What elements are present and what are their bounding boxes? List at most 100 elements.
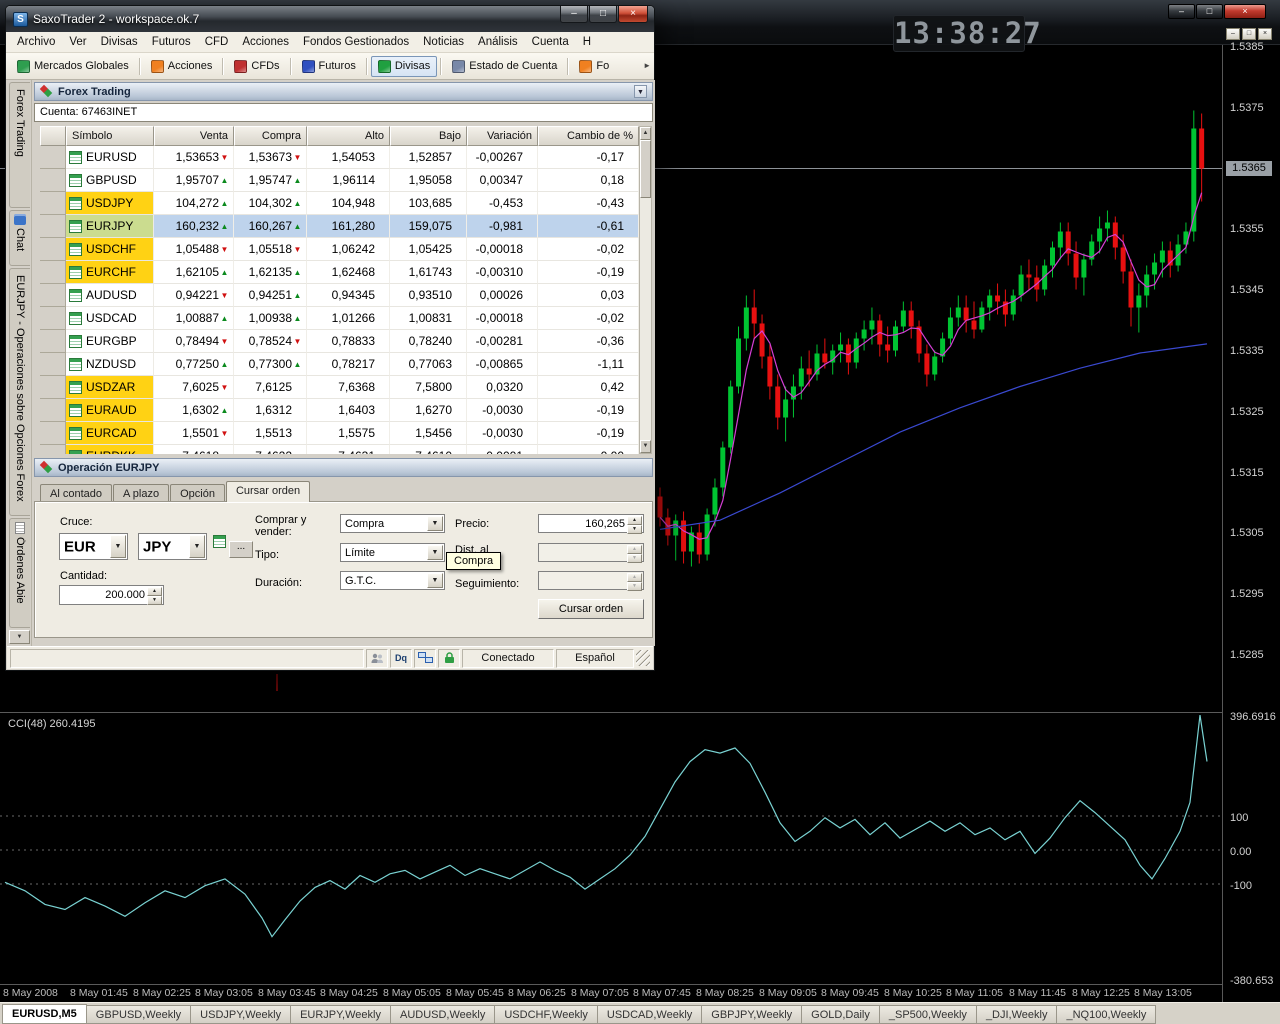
menu-item-divisas[interactable]: Divisas xyxy=(94,33,145,51)
resize-grip[interactable] xyxy=(636,650,650,666)
step-down-icon[interactable]: ▼ xyxy=(147,596,162,605)
chart-tab-gold-daily[interactable]: GOLD,Daily xyxy=(802,1005,880,1024)
table-row-eurcad[interactable]: EURCAD1,5501▼1,55131,55751,5456-0,0030-0… xyxy=(40,422,639,445)
network-icon[interactable] xyxy=(414,649,436,668)
minimize-button[interactable]: – xyxy=(560,6,588,23)
menu-item-ver[interactable]: Ver xyxy=(62,33,93,51)
dropdown-button[interactable]: ▼ xyxy=(427,516,443,531)
row-selector[interactable] xyxy=(40,215,66,238)
forex-panel-header[interactable]: Forex Trading ▼ xyxy=(34,82,653,101)
more-options-button[interactable]: ... xyxy=(229,541,253,558)
side-tab-rdenes-abie[interactable]: Órdenes Abie xyxy=(9,518,30,628)
chart-tab-eurjpy-weekly[interactable]: EURJPY,Weekly xyxy=(291,1005,391,1024)
menu-item-archivo[interactable]: Archivo xyxy=(10,33,62,51)
lock-icon[interactable] xyxy=(438,649,460,668)
side-scroll-down-button[interactable]: ▼ xyxy=(9,630,30,644)
table-row-usdzar[interactable]: USDZAR7,6025▼7,61257,63687,58000,03200,4… xyxy=(40,376,639,399)
data-quality-icon[interactable]: Dq xyxy=(390,649,412,668)
menu-item-cfd[interactable]: CFD xyxy=(198,33,236,51)
column-header-cambio-de[interactable]: Cambio de % xyxy=(538,126,639,146)
row-selector[interactable] xyxy=(40,399,66,422)
table-scrollbar[interactable]: ▲ ▼ xyxy=(639,126,652,454)
chart-tab-usdjpy-weekly[interactable]: USDJPY,Weekly xyxy=(191,1005,291,1024)
instrument-board-icon[interactable] xyxy=(213,535,226,548)
chart-tab-nq100-weekly[interactable]: _NQ100,Weekly xyxy=(1057,1005,1156,1024)
panel-menu-button[interactable]: ▼ xyxy=(634,85,647,98)
users-icon[interactable] xyxy=(366,649,388,668)
quote-currency-select[interactable]: JPY ▼ xyxy=(138,533,207,560)
row-selector[interactable] xyxy=(40,445,66,454)
row-selector[interactable] xyxy=(40,376,66,399)
quantity-stepper[interactable]: 200.000 ▲▼ xyxy=(59,585,164,605)
row-selector[interactable] xyxy=(40,238,66,261)
toolbar-button-futuros[interactable]: Futuros xyxy=(295,56,363,77)
table-row-eurdkk[interactable]: EURDKK7,46187,46227,46317,46100,00010,00 xyxy=(40,445,639,454)
toolbar-button-fo[interactable]: Fo xyxy=(572,56,616,77)
close-button[interactable]: × xyxy=(618,6,648,23)
row-selector[interactable] xyxy=(40,192,66,215)
order-type-select[interactable]: Límite ▼ xyxy=(340,543,445,562)
column-header-venta[interactable]: Venta xyxy=(154,126,234,146)
scrollbar-thumb[interactable] xyxy=(640,140,651,198)
row-selector[interactable] xyxy=(40,330,66,353)
dropdown-button[interactable]: ▼ xyxy=(427,573,443,588)
menu-item-fondos-gestionados[interactable]: Fondos Gestionados xyxy=(296,33,416,51)
duration-select[interactable]: G.T.C. ▼ xyxy=(340,571,445,590)
chart-tab-gbpjpy-weekly[interactable]: GBPJPY,Weekly xyxy=(702,1005,802,1024)
chart-tab-gbpusd-weekly[interactable]: GBPUSD,Weekly xyxy=(87,1005,191,1024)
chart-tab-sp500-weekly[interactable]: _SP500,Weekly xyxy=(880,1005,977,1024)
row-selector[interactable] xyxy=(40,169,66,192)
chart-tab-dji-weekly[interactable]: _DJI,Weekly xyxy=(977,1005,1058,1024)
price-axis[interactable]: 1.53851.53751.53651.53551.53451.53351.53… xyxy=(1222,45,1280,1002)
table-row-usdjpy[interactable]: USDJPY104,272▲104,302▲104,948103,685-0,4… xyxy=(40,192,639,215)
menu-item-acciones[interactable]: Acciones xyxy=(235,33,296,51)
table-row-eurusd[interactable]: EURUSD1,53653▼1,53673▼1,540531,52857-0,0… xyxy=(40,146,639,169)
buy-sell-select[interactable]: Compra ▼ xyxy=(340,514,445,533)
maximize-button[interactable]: □ xyxy=(589,6,617,23)
side-tab-forex-trading[interactable]: Forex Trading xyxy=(9,82,30,208)
step-up-icon[interactable]: ▲ xyxy=(147,587,162,596)
table-row-usdchf[interactable]: USDCHF1,05488▼1,05518▼1,062421,05425-0,0… xyxy=(40,238,639,261)
row-selector[interactable] xyxy=(40,422,66,445)
menu-item-noticias[interactable]: Noticias xyxy=(416,33,471,51)
chart-tab-usdchf-weekly[interactable]: USDCHF,Weekly xyxy=(495,1005,598,1024)
dropdown-button[interactable]: ▼ xyxy=(110,535,126,558)
order-panel-header[interactable]: Operación EURJPY xyxy=(34,458,653,477)
toolbar-button-cfds[interactable]: CFDs xyxy=(227,56,286,77)
scroll-down-button[interactable]: ▼ xyxy=(640,440,651,453)
time-axis[interactable]: 8 May 20088 May 01:458 May 02:258 May 03… xyxy=(0,985,1222,1002)
column-header-s-mbolo[interactable]: Símbolo xyxy=(66,126,154,146)
row-selector[interactable] xyxy=(40,307,66,330)
menu-item-cuenta[interactable]: Cuenta xyxy=(525,33,576,51)
saxotrader-titlebar[interactable]: S SaxoTrader 2 - workspace.ok.7 – □ × xyxy=(6,6,654,32)
table-row-gbpusd[interactable]: GBPUSD1,95707▲1,95747▲1,961141,950580,00… xyxy=(40,169,639,192)
toolbar-button-mercados-globales[interactable]: Mercados Globales xyxy=(10,56,136,77)
bg-minimize-button[interactable]: – xyxy=(1168,4,1195,19)
dropdown-button[interactable]: ▼ xyxy=(189,535,205,558)
row-selector[interactable] xyxy=(40,261,66,284)
toolbar-button-acciones[interactable]: Acciones xyxy=(144,56,220,77)
cci-indicator-chart[interactable] xyxy=(0,713,1222,984)
column-header-compra[interactable]: Compra xyxy=(234,126,307,146)
bg-close-button[interactable]: × xyxy=(1224,4,1266,19)
side-tab-eurjpy-operaciones-sobre-opciones-forex[interactable]: EURJPY - Operaciones sobre Opciones Fore… xyxy=(9,268,30,516)
dropdown-button[interactable]: ▼ xyxy=(427,545,443,560)
step-up-icon[interactable]: ▲ xyxy=(627,516,642,525)
chart-minimize-button[interactable]: – xyxy=(1226,28,1240,40)
row-selector[interactable] xyxy=(40,353,66,376)
table-row-usdcad[interactable]: USDCAD1,00887▲1,00938▲1,012661,00831-0,0… xyxy=(40,307,639,330)
table-row-eurchf[interactable]: EURCHF1,62105▲1,62135▲1,624681,61743-0,0… xyxy=(40,261,639,284)
account-selector[interactable]: Cuenta: 67463INET xyxy=(34,103,653,122)
op-tab-a-plazo[interactable]: A plazo xyxy=(113,484,169,502)
bg-maximize-button[interactable]: □ xyxy=(1196,4,1223,19)
toolbar-overflow-chevron-icon[interactable]: ► xyxy=(643,61,651,70)
menu-item-h[interactable]: H xyxy=(576,33,598,51)
toolbar-button-estado-de-cuenta[interactable]: Estado de Cuenta xyxy=(445,56,564,77)
op-tab-cursar-orden[interactable]: Cursar orden xyxy=(226,481,310,502)
scroll-up-button[interactable]: ▲ xyxy=(640,127,651,140)
place-order-button[interactable]: Cursar orden xyxy=(538,599,644,619)
table-row-eurgbp[interactable]: EURGBP0,78494▼0,78524▼0,788330,78240-0,0… xyxy=(40,330,639,353)
side-tab-chat[interactable]: Chat xyxy=(9,210,30,266)
chart-tab-eurusd-m5[interactable]: EURUSD,M5 xyxy=(2,1004,87,1024)
table-row-audusd[interactable]: AUDUSD0,94221▼0,94251▲0,943450,935100,00… xyxy=(40,284,639,307)
